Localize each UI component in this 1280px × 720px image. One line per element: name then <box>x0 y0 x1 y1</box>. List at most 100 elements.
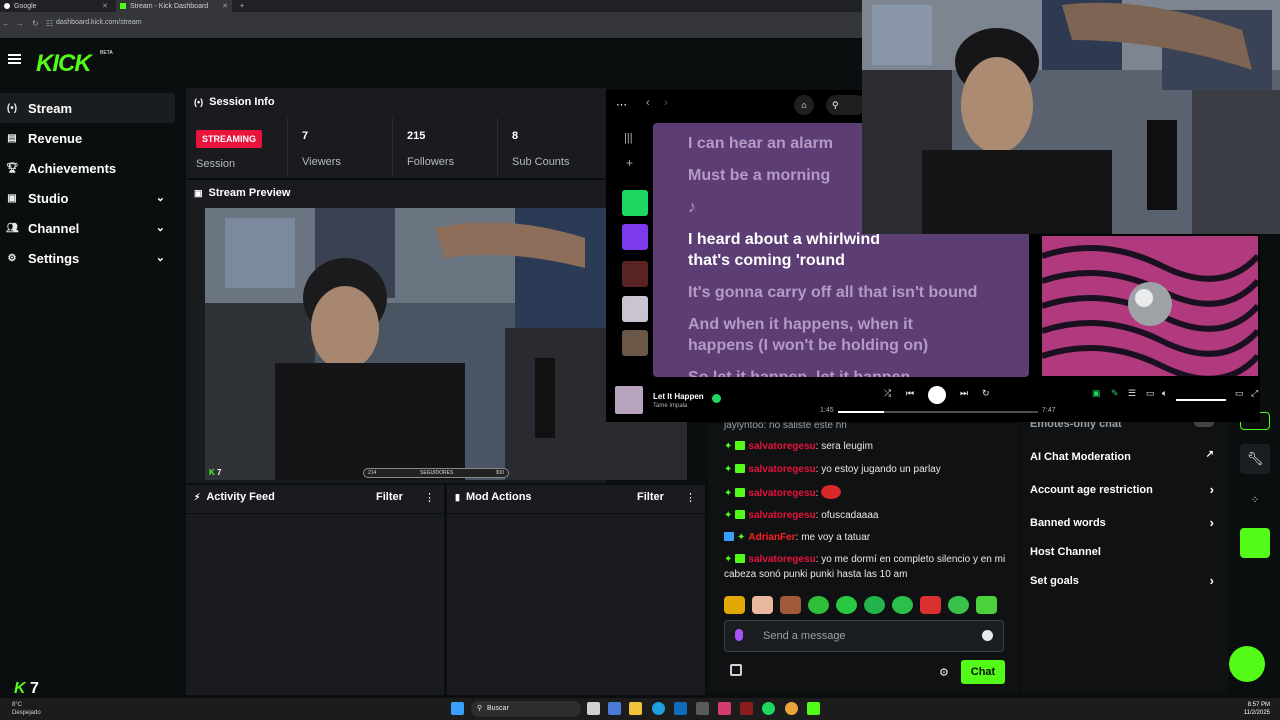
clapper-icon[interactable] <box>1240 528 1270 558</box>
forward-icon[interactable]: → <box>16 19 24 28</box>
miniplayer-icon[interactable]: ▭ <box>1235 388 1244 399</box>
pause-button[interactable] <box>928 386 946 404</box>
lyrics-icon[interactable]: ✎ <box>1111 388 1119 399</box>
playlist-thumb[interactable] <box>622 224 648 250</box>
gift-icon[interactable] <box>730 664 742 676</box>
app-icon[interactable] <box>696 702 709 715</box>
activity-filter-button[interactable]: Filter <box>376 491 403 503</box>
kick-logo[interactable]: KICK <box>36 50 92 78</box>
microphone-icon[interactable] <box>735 629 743 641</box>
more-options-icon[interactable]: ⋯ <box>616 98 627 111</box>
emote-button[interactable] <box>836 596 857 614</box>
playlist-thumb[interactable] <box>622 330 648 356</box>
chevron-right-icon: › <box>1209 482 1214 497</box>
chat-message: ✦ salvatoregesu: yo estoy jugando un parl… <box>724 464 941 475</box>
chat-send-button[interactable]: Chat <box>961 660 1005 684</box>
sidebar-item-revenue[interactable]: ▤ Revenue <box>0 123 175 153</box>
widgets-icon[interactable] <box>608 702 621 715</box>
emote-button[interactable] <box>892 596 913 614</box>
back-icon[interactable]: ← <box>2 19 10 28</box>
file-explorer-icon[interactable] <box>629 702 642 715</box>
spotify-icon[interactable] <box>762 702 775 715</box>
close-tab-icon[interactable]: ✕ <box>222 2 228 10</box>
emote-button[interactable] <box>780 596 801 614</box>
emote-button[interactable] <box>976 596 997 614</box>
kick-favicon-icon <box>120 3 126 9</box>
shuffle-icon[interactable]: ⤮ <box>884 388 891 399</box>
app-icon[interactable] <box>740 702 753 715</box>
edge-icon[interactable] <box>652 702 665 715</box>
emoji-icon[interactable] <box>982 630 993 641</box>
search-icon[interactable]: ⚲ <box>826 95 866 115</box>
previous-icon[interactable]: ⏮ <box>906 388 914 399</box>
setting-banned-words[interactable]: Banned words › <box>1030 515 1220 530</box>
obs-icon[interactable] <box>718 702 731 715</box>
chrome-icon[interactable] <box>785 702 798 715</box>
repeat-icon[interactable]: ↻ <box>982 388 990 399</box>
emote-button[interactable] <box>864 596 885 614</box>
chat-message-input[interactable]: Send a message <box>724 620 1004 652</box>
emote-button[interactable] <box>920 596 941 614</box>
library-icon[interactable]: ||| <box>624 132 633 144</box>
beta-badge: BETA <box>100 50 113 56</box>
new-tab-button[interactable]: + <box>236 0 248 12</box>
task-view-icon[interactable] <box>587 702 600 715</box>
taskbar-search[interactable]: ⚲ Buscar <box>471 701 581 717</box>
outlook-icon[interactable] <box>674 702 687 715</box>
fullscreen-icon[interactable]: ⤢ <box>1251 388 1258 399</box>
saved-check-icon[interactable] <box>712 394 721 403</box>
setting-host-channel[interactable]: Host Channel <box>1030 546 1220 558</box>
now-playing-cover[interactable] <box>615 386 643 414</box>
sidebar-item-channel[interactable]: 👥︎ Channel ⌄ <box>0 213 175 243</box>
kick-app-icon[interactable] <box>807 702 820 715</box>
more-options-icon[interactable]: ⋮ <box>424 491 435 504</box>
volume-icon[interactable]: 🔈︎ <box>1162 388 1167 399</box>
browser-tab-google[interactable]: Google ✕ <box>0 0 112 12</box>
volume-slider[interactable] <box>1176 399 1226 401</box>
setting-ai-chat-moderation[interactable]: AI Chat Moderation ↗ <box>1030 449 1220 463</box>
plus-icon[interactable]: + <box>626 156 633 170</box>
weather-widget[interactable]: 8°C Despejado <box>12 701 41 717</box>
now-playing-view-icon[interactable]: ▣ <box>1092 388 1101 399</box>
sidebar-item-studio[interactable]: ▣ Studio ⌄ <box>0 183 175 213</box>
close-tab-icon[interactable]: ✕ <box>102 2 108 10</box>
wrench-icon[interactable]: 🔧︎ <box>1240 444 1270 474</box>
playlist-thumb[interactable] <box>622 190 648 216</box>
chat-panel: jaylyntoo: no saliste este hn ✦ salvatore… <box>708 420 1018 694</box>
sidebar-item-settings[interactable]: ⚙ Settings ⌄ <box>0 243 175 273</box>
setting-set-goals[interactable]: Set goals › <box>1030 573 1220 588</box>
sidebar-item-stream[interactable]: (•) Stream <box>0 93 175 123</box>
emote-button[interactable] <box>724 596 745 614</box>
emote-button[interactable] <box>752 596 773 614</box>
more-options-icon[interactable]: ⋮ <box>685 491 696 504</box>
emote-button[interactable] <box>808 596 829 614</box>
home-icon[interactable]: ⌂ <box>794 95 814 115</box>
site-info-icon[interactable]: ☷ <box>46 19 53 28</box>
taskbar-clock[interactable]: 8:57 PM 11/2/2025 <box>1244 701 1270 717</box>
url-field[interactable]: dashboard.kick.com/stream <box>56 19 142 26</box>
sidebar-item-achievements[interactable]: 🏆︎ Achievements <box>0 153 175 183</box>
emote-button[interactable] <box>948 596 969 614</box>
track-title[interactable]: Let It Happen <box>653 392 704 401</box>
sparkle-badge-icon: ✦ <box>724 488 733 499</box>
browser-tab-kick[interactable]: Stream - Kick Dashboard ✕ <box>116 0 232 12</box>
setting-account-age-restriction[interactable]: Account age restriction › <box>1030 482 1220 497</box>
playlist-thumb[interactable] <box>622 296 648 322</box>
connect-device-icon[interactable]: ▭ <box>1146 388 1155 399</box>
start-icon[interactable] <box>451 702 464 715</box>
mod-filter-button[interactable]: Filter <box>637 491 664 503</box>
apps-icon[interactable]: ⁘ <box>1240 486 1270 516</box>
sparkle-badge-icon: ✦ <box>724 510 733 521</box>
next-icon[interactable]: ⏭ <box>960 388 968 399</box>
headset-support-icon[interactable] <box>1229 646 1265 682</box>
playback-progress-bar[interactable] <box>838 411 1038 413</box>
sparkle-badge-icon: ✦ <box>724 464 733 475</box>
forward-icon[interactable]: › <box>664 97 668 109</box>
gear-icon[interactable]: ⚙ <box>939 666 949 679</box>
queue-icon[interactable]: ☰ <box>1128 388 1136 399</box>
track-artist[interactable]: Tame Impala <box>653 403 687 409</box>
back-icon[interactable]: ‹ <box>646 97 650 109</box>
playlist-thumb[interactable] <box>622 261 648 287</box>
menu-icon[interactable] <box>8 54 21 64</box>
reload-icon[interactable]: ↻ <box>32 19 39 28</box>
